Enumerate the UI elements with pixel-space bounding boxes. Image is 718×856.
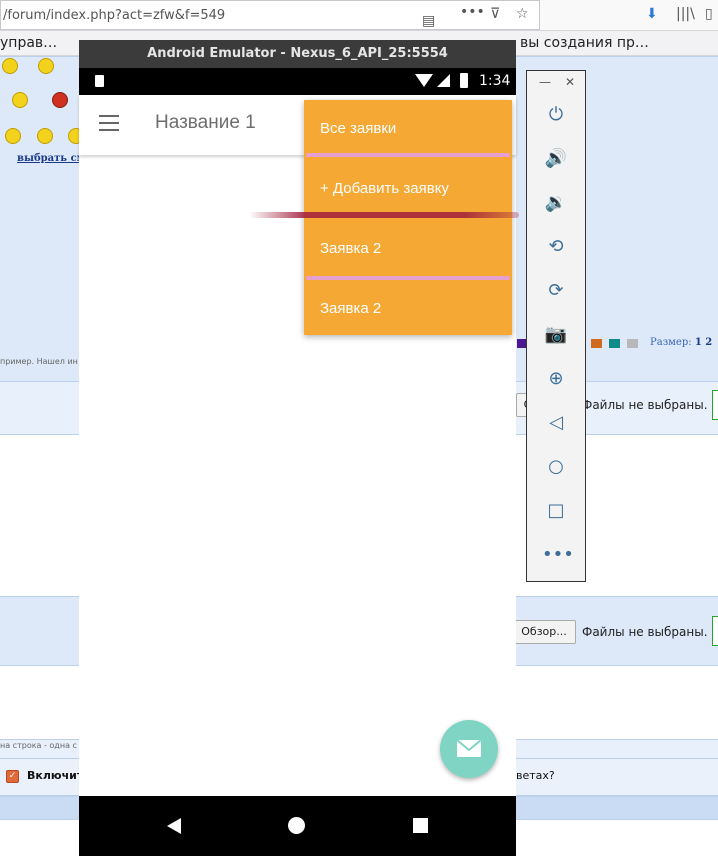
- volume-down-icon[interactable]: 🔉: [542, 189, 570, 217]
- recent-apps-icon[interactable]: [413, 818, 428, 833]
- back-icon[interactable]: [167, 818, 181, 834]
- signal-icon: [437, 74, 450, 87]
- bookmark-star-icon[interactable]: ☆: [516, 6, 529, 22]
- home-icon[interactable]: [288, 817, 305, 834]
- emulator-window: Android Emulator - Nexus_6_API_25:5554 1…: [79, 40, 519, 856]
- close-icon[interactable]: ✕: [565, 75, 575, 89]
- smiley-icon[interactable]: [2, 58, 18, 74]
- smiley-icon[interactable]: [12, 92, 28, 108]
- back-icon[interactable]: ◁: [542, 409, 570, 437]
- bookmark-item[interactable]: вы создания пр…: [520, 35, 649, 51]
- home-icon[interactable]: ○: [542, 453, 570, 481]
- answers-label: ветах?: [516, 769, 555, 782]
- status-bar: 1:34: [79, 68, 516, 95]
- rotate-right-icon[interactable]: ⟳: [542, 277, 570, 305]
- battery-icon: [460, 73, 468, 88]
- choose-smilies-link[interactable]: выбрать см: [17, 153, 85, 164]
- more-icon[interactable]: •••: [542, 541, 574, 569]
- url-text: /forum/index.php?act=zfw&f=549: [3, 8, 226, 23]
- page-actions-icon[interactable]: •••: [460, 4, 485, 20]
- menu-item-all-requests[interactable]: Все заявки: [304, 100, 512, 158]
- fab-button[interactable]: [440, 720, 498, 778]
- status-time: 1:34: [479, 73, 511, 89]
- size-label-text: Размер:: [650, 337, 692, 348]
- devil-smiley-icon[interactable]: [52, 92, 68, 108]
- color-swatch[interactable]: [591, 339, 602, 348]
- files-status: Файлы не выбраны.: [582, 625, 708, 639]
- scribble-mark: [249, 212, 519, 218]
- smiley-icon[interactable]: [38, 58, 54, 74]
- wifi-icon: [415, 74, 433, 87]
- menu-divider: [306, 153, 510, 157]
- camera-icon[interactable]: 📷: [542, 321, 570, 349]
- menu-item-request[interactable]: Заявка 2: [304, 280, 512, 338]
- sd-card-icon: [95, 75, 104, 87]
- size-values[interactable]: 1 2: [695, 337, 712, 348]
- rotate-left-icon[interactable]: ⟲: [542, 233, 570, 261]
- browse-button[interactable]: Обзор...: [512, 620, 576, 644]
- color-swatch[interactable]: [627, 339, 638, 348]
- smiley-icon[interactable]: [5, 128, 21, 144]
- line-hint-text: на строка - одна с: [0, 741, 77, 750]
- url-field[interactable]: /forum/index.php?act=zfw&f=549 ▤: [0, 0, 540, 30]
- files-status: Файлы не выбраны.: [582, 398, 708, 412]
- minimize-icon[interactable]: —: [539, 75, 551, 89]
- submit-box[interactable]: [712, 616, 718, 646]
- emulator-toolbar: — ✕ ⏻ 🔊 🔉 ⟲ ⟳ 📷 ⊕ ◁ ○ □ •••: [526, 70, 586, 582]
- include-checkbox[interactable]: ✓: [6, 770, 19, 783]
- app-title: Название 1: [155, 112, 256, 133]
- menu-item-add-request[interactable]: + Добавить заявку: [304, 158, 512, 220]
- menu-icon[interactable]: [99, 115, 119, 131]
- volume-up-icon[interactable]: 🔊: [542, 145, 570, 173]
- color-swatch[interactable]: [609, 339, 620, 348]
- browse-button-label: Обзор...: [521, 625, 567, 638]
- download-icon[interactable]: ⬇: [646, 6, 658, 22]
- smiley-icon[interactable]: [37, 128, 53, 144]
- zoom-icon[interactable]: ⊕: [542, 365, 570, 393]
- menu-item-request[interactable]: Заявка 2: [304, 220, 512, 278]
- library-icon[interactable]: |||\: [676, 6, 695, 22]
- pocket-icon[interactable]: ⊽: [490, 6, 500, 22]
- envelope-icon: [456, 739, 482, 757]
- browser-toolbar: /forum/index.php?act=zfw&f=549 ▤ ••• ⊽ ☆…: [0, 0, 718, 31]
- power-icon[interactable]: ⏻: [542, 101, 570, 129]
- example-text: пример. Нашел ин: [0, 357, 78, 366]
- app-screen: Название 1 Все заявки + Добавить заявку …: [79, 95, 519, 796]
- submit-box[interactable]: [712, 390, 718, 420]
- font-size-label: Размер: 1 2: [650, 337, 712, 348]
- android-nav-bar: [79, 796, 516, 856]
- bookmark-item[interactable]: управ…: [0, 35, 57, 51]
- emulator-title[interactable]: Android Emulator - Nexus_6_API_25:5554: [79, 40, 516, 68]
- overview-icon[interactable]: □: [542, 497, 570, 525]
- sidebar-icon[interactable]: ▯: [705, 6, 713, 22]
